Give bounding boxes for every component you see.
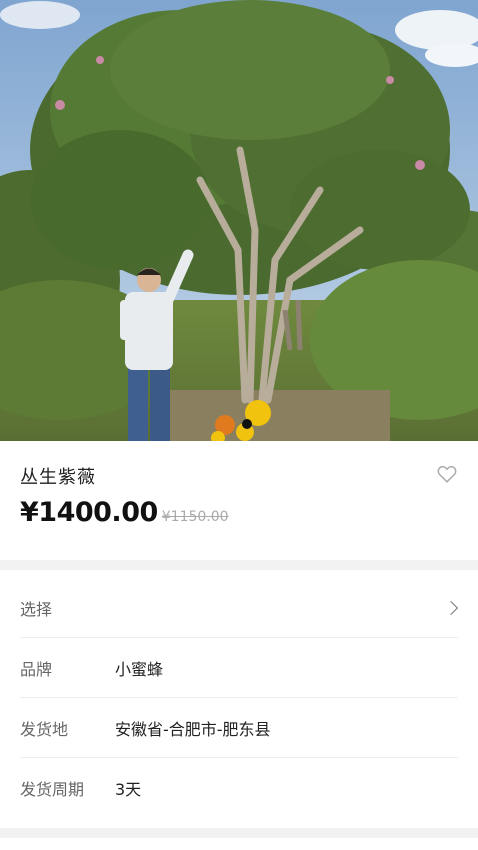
product-info-card: 丛生紫薇 ¥1400.00 ¥1150.00 [0,441,478,560]
spec-row-origin: 发货地 安徽省-合肥市-肥东县 [20,698,458,758]
delivery-value: 3天 [115,780,142,799]
spec-row-brand: 品牌 小蜜蜂 [20,638,458,698]
select-option-row[interactable]: 选择 [20,578,459,638]
origin-value: 安徽省-合肥市-肥东县 [115,719,271,739]
chevron-right-icon [443,600,459,615]
select-label: 选择 [20,599,53,619]
product-title: 丛生紫薇 [20,467,96,488]
product-photo[interactable] [0,0,478,441]
original-price: ¥1150.00 [161,509,229,525]
origin-label: 发货地 [20,719,69,739]
price-row: ¥1400.00 ¥1150.00 [20,497,229,528]
current-price: ¥1400.00 [20,497,158,528]
spec-row-delivery: 发货周期 3天 [20,758,458,818]
brand-value: 小蜜蜂 [115,659,164,679]
brand-label: 品牌 [20,659,53,679]
delivery-label: 发货周期 [20,780,85,799]
spec-card: 选择 品牌 小蜜蜂 发货地 安徽省-合肥市-肥东县 发货周期 3天 [0,570,478,828]
next-card-edge [0,838,478,850]
heart-outline-icon[interactable] [436,463,458,485]
